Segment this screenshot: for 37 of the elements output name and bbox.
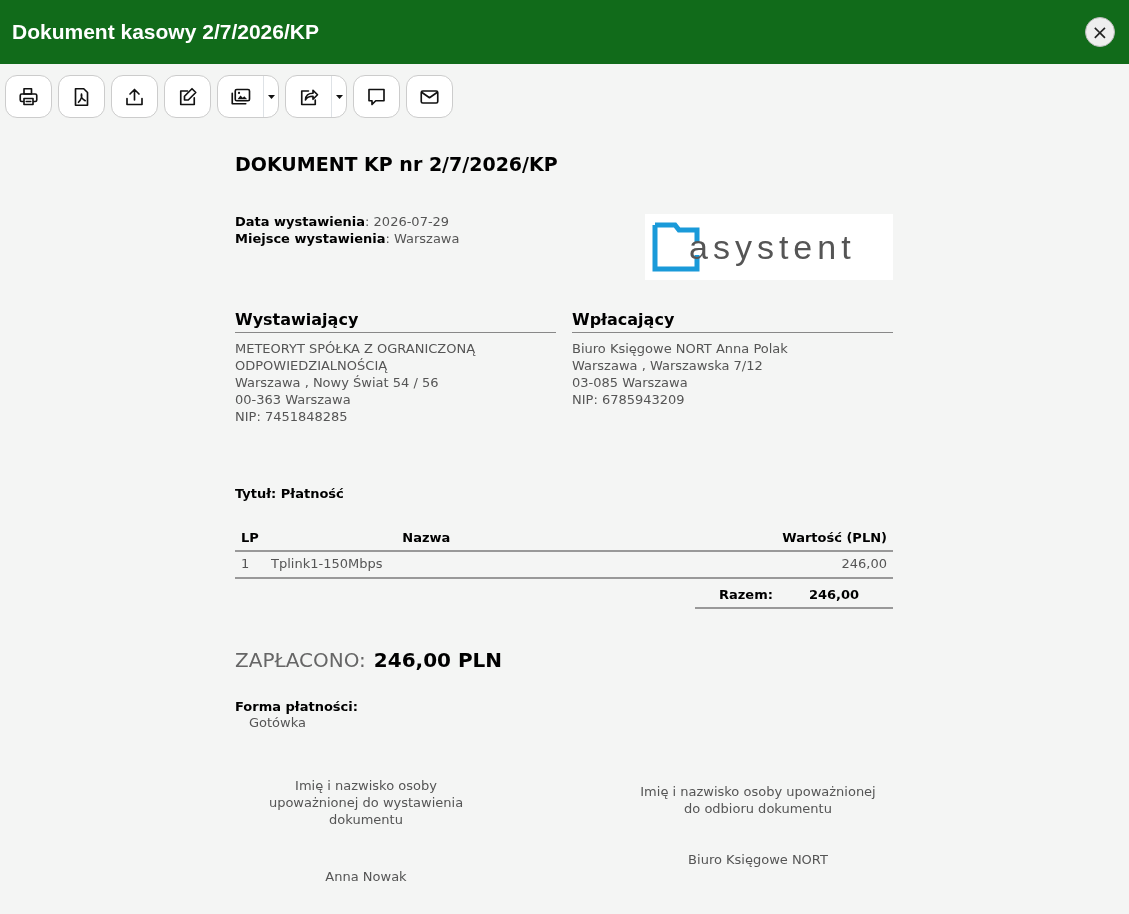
- close-button[interactable]: ×: [1085, 17, 1115, 47]
- party-heading: Wpłacający: [572, 309, 893, 334]
- address-line: Warszawa , Nowy Świat 54 / 56: [235, 375, 440, 393]
- address-line: NIP: 6785943209: [572, 392, 686, 410]
- address-line: Warszawa , Warszawska 7/12: [572, 358, 764, 376]
- window-title: Dokument kasowy 2/7/2026/KP: [12, 19, 319, 46]
- signer-name: Anna Nowak: [325, 868, 407, 886]
- table-cell: 246,00: [587, 550, 893, 578]
- table-cell: 1: [235, 550, 265, 578]
- paid-label: ZAPŁACONO:: [235, 646, 366, 673]
- total-label: Razem:: [719, 586, 773, 604]
- column-header: Wartość (PLN): [587, 526, 893, 551]
- address-line: 00-363 Warszawa: [235, 392, 352, 410]
- meta-line: Miejsce wystawienia: Warszawa: [235, 230, 460, 248]
- signature-caption: Imię i nazwisko osoby upoważnionej do wystawienia dokumentu: [267, 778, 465, 829]
- document-subject: Tytuł: Płatność: [235, 485, 345, 503]
- column-header: LP: [235, 526, 265, 551]
- payment-method-value: Gotówka: [249, 715, 307, 733]
- column-header: Nazwa: [265, 526, 588, 551]
- dropdown-toggle[interactable]: [331, 76, 346, 117]
- address-line: 03-085 Warszawa: [572, 375, 689, 393]
- meta-line: Data wystawienia: 2026-07-29: [235, 213, 451, 231]
- signer-name: Biuro Księgowe NORT: [688, 852, 828, 869]
- caret-icon: [267, 94, 275, 99]
- party-heading: Wystawiający: [235, 309, 556, 334]
- company-logo: asystent: [645, 213, 893, 280]
- address-line: NIP: 7451848285: [235, 409, 349, 426]
- total-value: 246,00: [808, 586, 860, 604]
- caret-icon: [335, 94, 343, 99]
- address-line: Biuro Księgowe NORT Anna Polak: [572, 341, 789, 359]
- table-cell: Tplink1-150Mbps: [265, 550, 588, 578]
- document-heading: DOKUMENT KP nr 2/7/2026/KP: [235, 152, 559, 177]
- address-line: METEORYT SPÓŁKA Z OGRANICZONĄ ODPOWIEDZIALNOŚCIĄ: [235, 341, 477, 375]
- signature-caption: Imię i nazwisko osoby upoważnionej do odbioru dokumentu: [639, 784, 877, 819]
- paid-amount: 246,00 PLN: [373, 646, 503, 673]
- dropdown-toggle[interactable]: [263, 76, 278, 117]
- payment-method-label: Forma płatności:: [235, 698, 359, 716]
